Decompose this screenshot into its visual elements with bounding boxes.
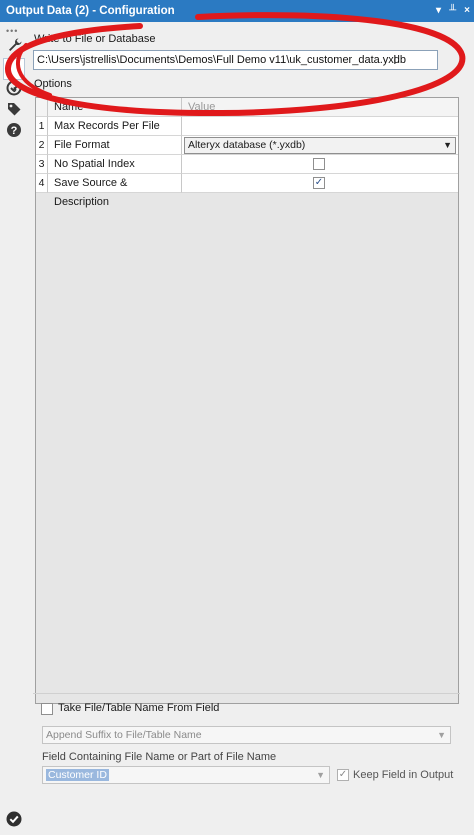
row-number: 2: [36, 136, 48, 155]
row-number: 3: [36, 155, 48, 174]
chevron-down-icon[interactable]: ▼: [437, 727, 446, 743]
option-name: Save Source & Description: [48, 174, 182, 208]
write-label: Write to File or Database: [34, 33, 156, 45]
row-number: 4: [36, 174, 48, 193]
field-select-value: Customer ID: [46, 769, 109, 781]
file-format-cell: Alteryx database (*.yxdb) ▼: [182, 136, 458, 155]
svg-text:?: ?: [11, 125, 18, 137]
configuration-panel: Write to File or Database C:\Users\jstre…: [28, 22, 474, 835]
table-row[interactable]: 1 Max Records Per File: [36, 117, 458, 136]
options-grid: Name Value 1 Max Records Per File 2 File…: [35, 97, 459, 704]
output-path-input[interactable]: C:\Users\jstrellis\Documents\Demos\Full …: [33, 50, 438, 70]
option-name: File Format: [48, 136, 182, 155]
column-header-name: Name: [48, 98, 182, 117]
shield-check-icon[interactable]: [6, 80, 22, 96]
field-containing-label: Field Containing File Name or Part of Fi…: [42, 751, 277, 763]
save-source-checkbox[interactable]: ✓: [313, 177, 325, 189]
table-row[interactable]: 3 No Spatial Index: [36, 155, 458, 174]
spatial-index-cell: [182, 155, 458, 174]
chevron-down-icon[interactable]: ▼: [316, 767, 325, 783]
table-row[interactable]: 2 File Format Alteryx database (*.yxdb) …: [36, 136, 458, 155]
row-number: 1: [36, 117, 48, 136]
option-name: Max Records Per File: [48, 117, 182, 136]
close-icon[interactable]: ×: [464, 0, 470, 22]
chevron-down-icon[interactable]: ▼: [443, 138, 452, 153]
column-header-value: Value: [182, 98, 458, 117]
grid-header: Name Value: [36, 98, 458, 117]
field-select-dropdown[interactable]: Customer ID ▼: [42, 766, 330, 784]
dropdown-arrow-icon[interactable]: ▾: [436, 0, 441, 22]
append-suffix-dropdown[interactable]: Append Suffix to File/Table Name ▼: [42, 726, 451, 744]
window-titlebar: Output Data (2) - Configuration ▾ ╨ ×: [0, 0, 474, 22]
tag-icon[interactable]: [6, 101, 22, 117]
file-name-from-field-group: Take File/Table Name From Field Append S…: [33, 693, 460, 825]
title-controls: ▾ ╨ ×: [436, 0, 470, 22]
configuration-tab[interactable]: [3, 58, 25, 80]
ok-check-icon: [6, 811, 22, 827]
take-name-from-field-label: Take File/Table Name From Field: [58, 702, 220, 714]
pin-icon[interactable]: ╨: [449, 0, 456, 22]
max-records-input[interactable]: [182, 117, 458, 136]
window-title: Output Data (2) - Configuration: [6, 5, 175, 17]
help-icon[interactable]: ?: [6, 122, 22, 138]
toolbar-grip[interactable]: •••: [6, 26, 18, 36]
left-toolbar: ••• › ?: [0, 22, 28, 835]
file-format-select[interactable]: Alteryx database (*.yxdb) ▼: [184, 137, 456, 154]
keep-field-label: Keep Field in Output: [353, 769, 454, 781]
option-name: No Spatial Index: [48, 155, 182, 174]
save-source-cell: ✓: [182, 174, 458, 193]
options-label: Options: [34, 78, 72, 90]
wrench-icon[interactable]: [7, 37, 23, 53]
grid-header-num: [36, 98, 48, 117]
append-suffix-value: Append Suffix to File/Table Name: [46, 729, 202, 741]
no-spatial-index-checkbox[interactable]: [313, 158, 325, 170]
take-name-from-field-checkbox[interactable]: [41, 703, 53, 715]
file-format-value: Alteryx database (*.yxdb): [188, 139, 306, 151]
keep-field-checkbox[interactable]: ✓: [337, 769, 349, 781]
text-cursor-icon: I: [393, 52, 397, 67]
table-row[interactable]: 4 Save Source & Description ✓: [36, 174, 458, 208]
